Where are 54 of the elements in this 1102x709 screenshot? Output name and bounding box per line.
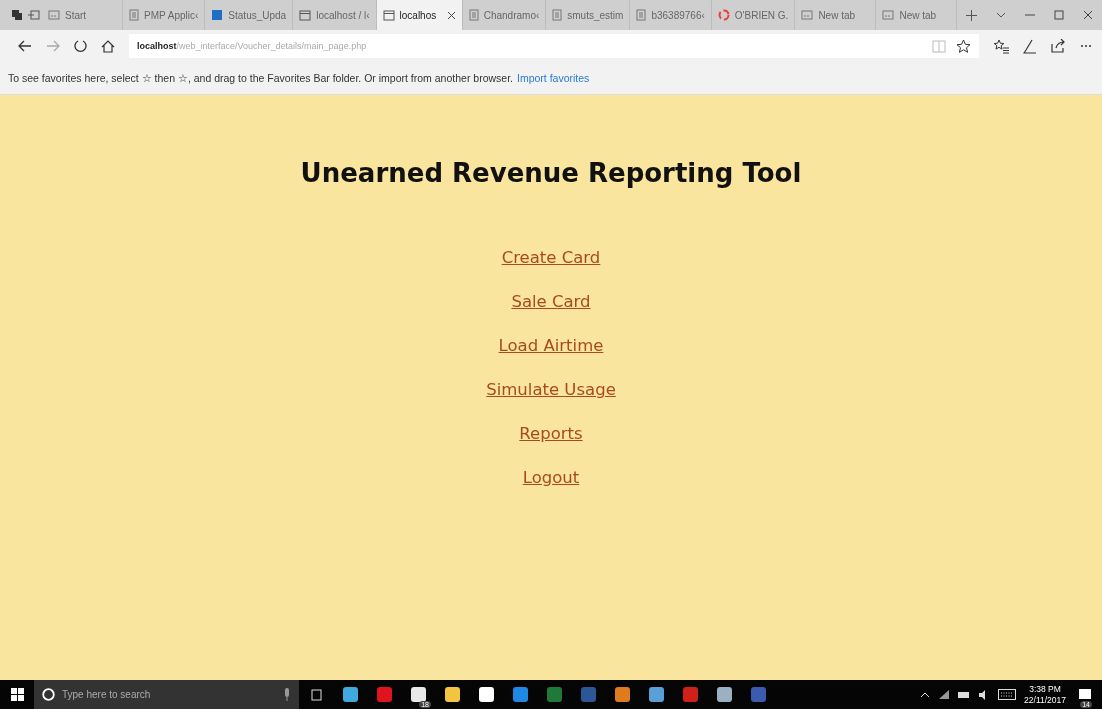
chevron-up-icon[interactable] — [920, 691, 931, 698]
share-icon[interactable] — [1051, 39, 1066, 53]
refresh-icon[interactable] — [74, 39, 87, 53]
menu-link[interactable]: Load Airtime — [498, 334, 604, 358]
close-icon[interactable] — [446, 10, 456, 20]
wifi-icon[interactable] — [938, 689, 951, 700]
battery-icon[interactable] — [958, 690, 971, 699]
document-icon — [468, 9, 479, 21]
close-icon[interactable] — [1082, 10, 1093, 20]
clock[interactable]: 3:38 PM 22/11/2017 — [1024, 683, 1066, 706]
star-icon[interactable] — [956, 38, 971, 54]
pen-icon[interactable] — [1023, 38, 1037, 54]
browser-tab[interactable]: localhos — [376, 0, 463, 30]
app-icon[interactable] — [614, 687, 630, 702]
grid-page-icon — [48, 10, 61, 20]
home-icon[interactable] — [101, 39, 115, 53]
task-view-icon[interactable] — [309, 688, 323, 701]
app-icon[interactable] — [410, 687, 426, 702]
menu-link[interactable]: Create Card — [501, 246, 601, 270]
document-icon — [552, 9, 563, 21]
keyboard-icon[interactable] — [998, 689, 1017, 700]
address-field[interactable]: localhost/web_interface/Voucher_details/main_page.php — [129, 34, 979, 58]
chevron-down-icon[interactable] — [995, 12, 1006, 18]
back-icon[interactable] — [18, 40, 32, 52]
grid-page-icon — [801, 10, 814, 20]
favorites-bar-message: To see favorites here, select ☆ then ☆, and drag to the Favorites Bar folder. Or import from another browser. — [8, 72, 513, 84]
new-tab-icon[interactable] — [966, 9, 978, 21]
app-icon[interactable] — [716, 687, 732, 702]
document-icon — [636, 9, 647, 21]
more-icon[interactable] — [1080, 44, 1092, 48]
menu-link[interactable]: Sale Card — [511, 290, 591, 314]
grid-page-icon — [882, 10, 895, 20]
import-favorites-link[interactable]: Import favorites — [517, 72, 590, 84]
app-icon[interactable] — [444, 687, 460, 702]
microphone-icon[interactable] — [283, 688, 291, 701]
window-icon — [382, 9, 395, 21]
maximize-icon[interactable] — [1053, 10, 1064, 20]
restore-tabs-icon[interactable] — [27, 10, 40, 20]
menu-link[interactable]: Simulate Usage — [486, 378, 616, 402]
app-icon[interactable] — [478, 687, 494, 702]
favorites-list-icon[interactable] — [993, 38, 1009, 54]
tabs-aside-icon[interactable] — [10, 9, 23, 21]
app-icon[interactable] — [342, 687, 358, 702]
menu-link[interactable]: Logout — [522, 466, 580, 490]
document-icon — [129, 9, 140, 21]
mail-app-icon — [211, 9, 224, 21]
page-title: Unearned Revenue Reporting Tool — [300, 158, 802, 188]
menu-link[interactable]: Reports — [519, 422, 583, 446]
window-icon — [299, 9, 312, 21]
app-icon[interactable] — [648, 687, 664, 702]
cortana-circle-icon — [42, 688, 55, 701]
notification-icon[interactable] — [1078, 688, 1092, 701]
taskbar-search-field[interactable]: Type here to search — [34, 680, 299, 709]
windows-start-icon[interactable] — [10, 688, 24, 701]
